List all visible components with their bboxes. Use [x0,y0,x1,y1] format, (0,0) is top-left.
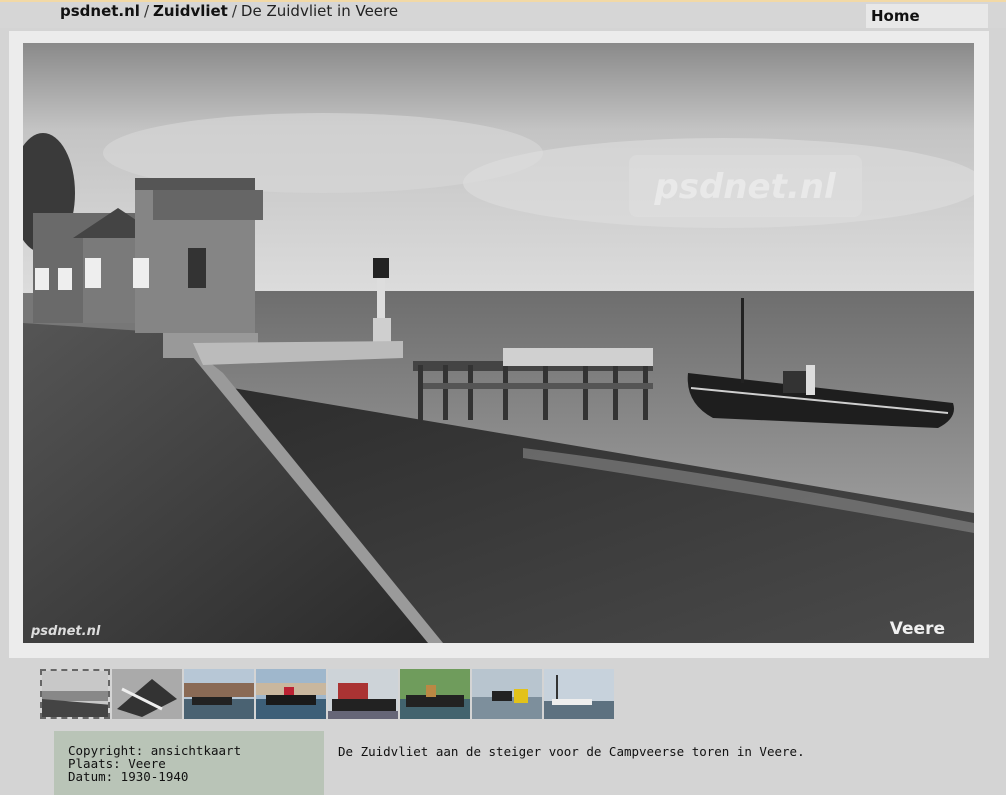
top-bar: psdnet.nl / Zuidvliet / De Zuidvliet in Veer… [0,0,1006,28]
breadcrumb-current: De Zuidvliet in Veere [240,2,399,20]
photo-watermark: psdnet.nl [653,167,837,207]
thumbnail[interactable] [472,669,542,719]
photo-caption: De Zuidvliet aan de steiger voor de Camp… [338,744,805,759]
photo-corner-watermark: psdnet.nl [30,624,101,639]
thumbnail[interactable] [328,669,398,719]
breadcrumb-section-link[interactable]: Zuidvliet [153,2,228,20]
thumbnail[interactable] [40,669,110,719]
main-photo[interactable]: psdnet.nl psdnet.nl Veere [23,43,974,643]
thumbnail[interactable] [544,669,614,719]
home-link[interactable]: Home [866,4,988,28]
breadcrumb-separator: / [143,2,150,20]
breadcrumb-site-link[interactable]: psdnet.nl [60,2,140,20]
photo-illustration: psdnet.nl psdnet.nl Veere [23,43,974,643]
photo-place-label: Veere [890,619,945,639]
breadcrumb-separator: / [231,2,237,20]
thumbnail[interactable] [256,669,326,719]
photo-metadata: Copyright: ansichtkaart Plaats: Veere Da… [54,731,324,795]
breadcrumb: psdnet.nl / Zuidvliet / De Zuidvliet in Veer… [60,2,398,24]
thumbnail[interactable] [400,669,470,719]
date-text: Datum: 1930-1940 [68,769,189,784]
thumbnail[interactable] [184,669,254,719]
photo-frame: psdnet.nl psdnet.nl Veere [9,31,989,658]
thumbnail[interactable] [112,669,182,719]
